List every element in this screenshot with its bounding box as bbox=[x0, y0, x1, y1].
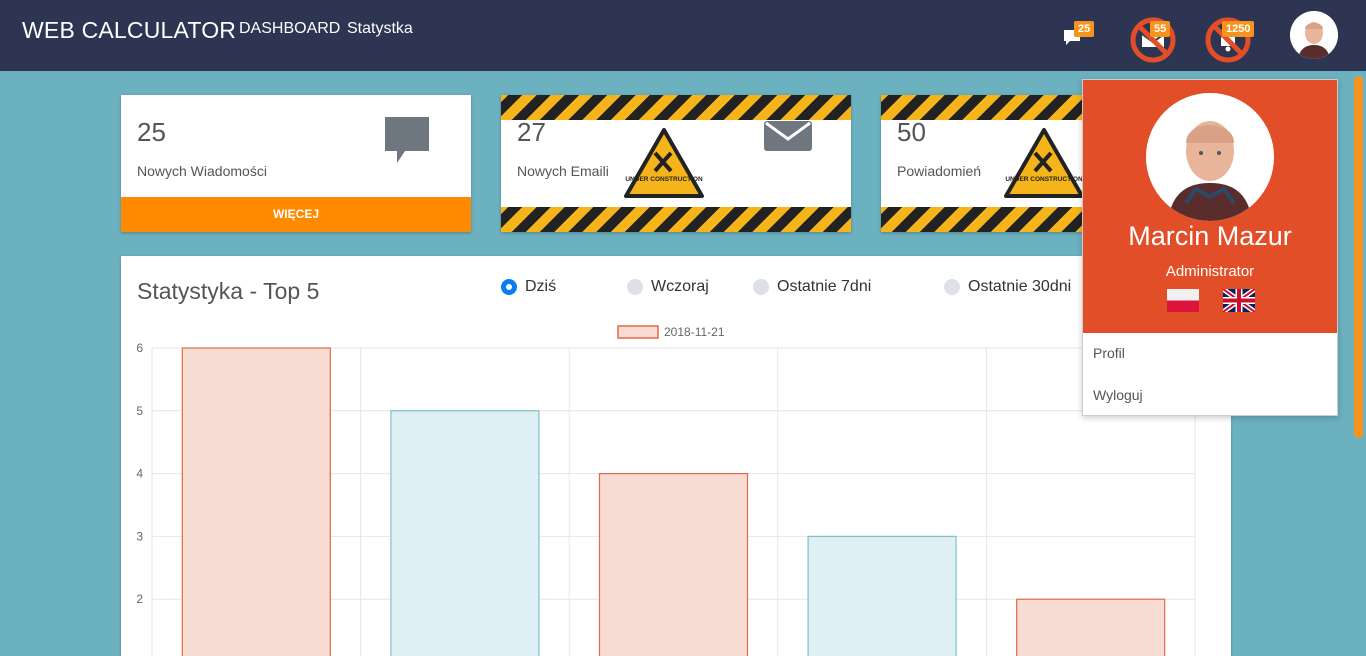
chart-bar bbox=[390, 410, 540, 656]
avatar bbox=[1290, 11, 1338, 59]
profile-header: Marcin Mazur Administrator bbox=[1083, 80, 1337, 333]
emails-badge: 55 bbox=[1150, 21, 1171, 37]
radio-icon[interactable] bbox=[944, 279, 960, 295]
more-button[interactable]: WIĘCEJ bbox=[121, 197, 471, 232]
filter-label: Dziś bbox=[525, 278, 557, 295]
filter-today[interactable]: Dziś bbox=[501, 278, 556, 296]
messages-card: 25 Nowych Wiadomości WIĘCEJ bbox=[121, 95, 471, 232]
profile-name: Marcin Mazur bbox=[1128, 221, 1292, 251]
chart-bar bbox=[181, 347, 331, 656]
nav-statystyka[interactable]: Statystka bbox=[347, 20, 413, 38]
y-tick-label: 4 bbox=[136, 467, 143, 481]
filter-label: Ostatnie 7dni bbox=[777, 278, 872, 295]
uk-flag-icon[interactable] bbox=[1221, 286, 1257, 315]
chart-bar bbox=[807, 535, 957, 656]
profile-link[interactable]: Profil bbox=[1093, 345, 1125, 361]
y-tick-label: 6 bbox=[136, 341, 143, 355]
y-tick-label: 3 bbox=[136, 529, 143, 543]
logout-link[interactable]: Wyloguj bbox=[1093, 387, 1143, 403]
bar-chart: 2018-11-21 6 5 4 3 2 bbox=[136, 325, 1196, 656]
radio-selected-icon[interactable] bbox=[501, 279, 517, 295]
filter-label: Ostatnie 30dni bbox=[968, 278, 1072, 295]
top-navbar: WEB CALCULATOR DASHBOARD Statystka 25 55… bbox=[0, 0, 1366, 71]
notifications-badge: 1250 bbox=[1222, 21, 1255, 37]
page-scrollbar-thumb[interactable] bbox=[1354, 76, 1363, 438]
chat-bubble-icon bbox=[383, 115, 431, 170]
profile-dropdown: Marcin Mazur Administrator Profil Wylogu… bbox=[1082, 79, 1338, 416]
under-construction-text: UNDER CONSTRUCTION bbox=[1005, 176, 1083, 183]
y-tick-label: 2 bbox=[136, 592, 143, 606]
legend-label: 2018-11-21 bbox=[664, 325, 725, 339]
y-tick-label: 5 bbox=[136, 404, 143, 418]
filter-7days[interactable]: Ostatnie 7dni bbox=[753, 278, 871, 296]
user-avatar-button[interactable] bbox=[1290, 11, 1338, 59]
brand-title[interactable]: WEB CALCULATOR bbox=[22, 17, 236, 44]
notifications-count: 50 bbox=[897, 117, 926, 147]
under-construction-text: UNDER CONSTRUCTION bbox=[625, 176, 703, 183]
emails-count: 27 bbox=[517, 117, 546, 147]
messages-count: 25 bbox=[137, 117, 166, 147]
stats-title: Statystyka - Top 5 bbox=[137, 278, 320, 304]
emails-label: Nowych Emaili bbox=[517, 163, 609, 179]
radio-icon[interactable] bbox=[627, 279, 643, 295]
chart-bar bbox=[1016, 598, 1166, 656]
filter-yesterday[interactable]: Wczoraj bbox=[627, 278, 709, 296]
poland-flag-icon[interactable] bbox=[1167, 289, 1199, 312]
messages-badge: 25 bbox=[1074, 21, 1095, 37]
legend-swatch bbox=[617, 325, 659, 339]
filter-30days[interactable]: Ostatnie 30dni bbox=[944, 278, 1071, 296]
messages-label: Nowych Wiadomości bbox=[137, 163, 267, 179]
filter-label: Wczoraj bbox=[651, 278, 709, 295]
chart-bar bbox=[598, 473, 749, 656]
profile-role: Administrator bbox=[1165, 263, 1255, 280]
hazard-stripe bbox=[501, 207, 851, 232]
profile-avatar bbox=[1146, 93, 1274, 221]
radio-icon[interactable] bbox=[753, 279, 769, 295]
under-construction-icon: UNDER CONSTRUCTION bbox=[623, 127, 705, 204]
emails-card: 27 Nowych Emaili UNDER CONSTRUCTION bbox=[501, 95, 851, 232]
under-construction-icon: UNDER CONSTRUCTION bbox=[1003, 127, 1085, 204]
envelope-icon bbox=[763, 115, 813, 160]
notifications-label: Powiadomień bbox=[897, 163, 982, 179]
nav-dashboard[interactable]: DASHBOARD bbox=[239, 20, 340, 38]
